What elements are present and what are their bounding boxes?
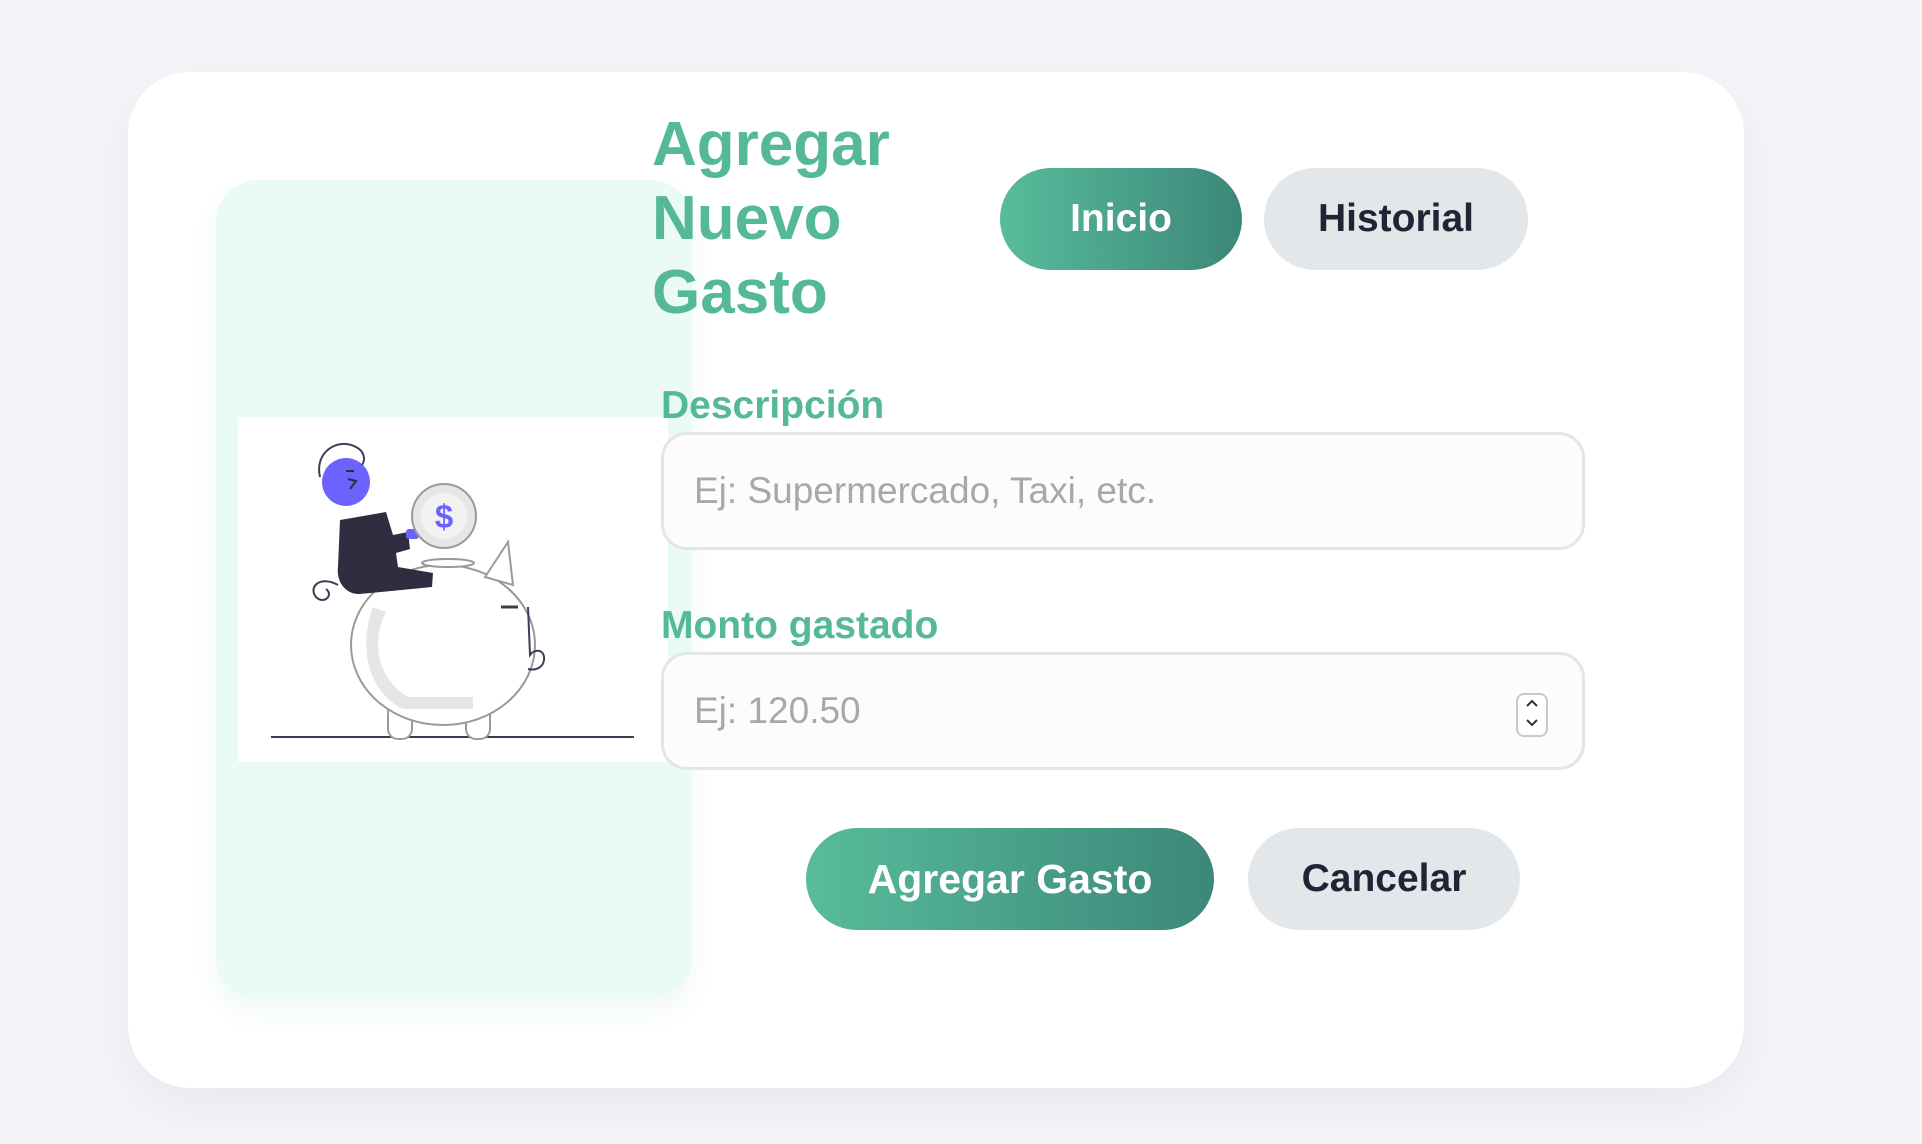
monto-input[interactable]: [664, 655, 1582, 767]
cancelar-button[interactable]: Cancelar: [1248, 828, 1520, 930]
monto-label: Monto gastado: [661, 604, 939, 647]
agregar-gasto-button[interactable]: Agregar Gasto: [806, 828, 1214, 930]
coin-symbol: $: [435, 498, 453, 535]
nav-historial-button[interactable]: Historial: [1264, 168, 1528, 270]
spinner-up-icon[interactable]: [1518, 695, 1546, 715]
descripcion-input[interactable]: [664, 435, 1582, 547]
piggy-bank-illustration: $: [238, 417, 668, 762]
spinner-down-icon[interactable]: [1518, 715, 1546, 735]
nav-inicio-button[interactable]: Inicio: [1000, 168, 1242, 270]
number-spinner[interactable]: [1516, 693, 1548, 737]
page-title: Agregar Nuevo Gasto: [652, 110, 890, 327]
illustration-panel: $: [216, 180, 692, 998]
descripcion-label: Descripción: [661, 384, 885, 427]
descripcion-field: [661, 432, 1585, 550]
monto-field: [661, 652, 1585, 770]
